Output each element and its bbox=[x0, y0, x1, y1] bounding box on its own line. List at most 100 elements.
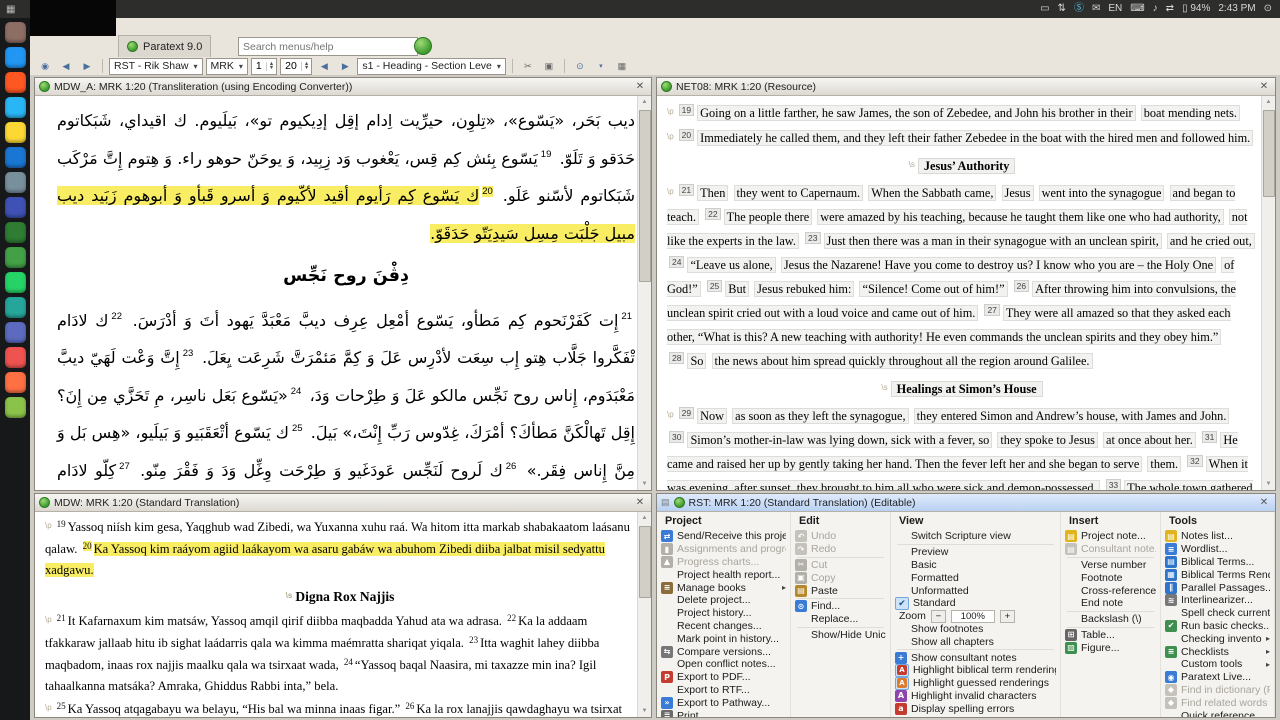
menu-item-find-related-words-flex[interactable]: ◆ Find related words (FLEx)... bbox=[1161, 696, 1274, 709]
window-menu-icon[interactable]: ▤ bbox=[661, 497, 670, 508]
menu-item-print[interactable]: ≣ Print... bbox=[657, 709, 790, 717]
clock[interactable]: 2:43 PM bbox=[1218, 0, 1255, 18]
paratext-app-tab[interactable]: Paratext 9.0 bbox=[118, 35, 212, 57]
menu-item-find[interactable]: ⊙ Find... bbox=[791, 600, 890, 613]
menu-item-paratext-live[interactable]: ◉ Paratext Live... bbox=[1161, 671, 1274, 684]
menu-item-biblical-terms-renderings[interactable]: ▦ Biblical Terms Renderings bbox=[1161, 568, 1274, 581]
cut-icon[interactable]: ✂ bbox=[519, 58, 537, 75]
menu-item-show-consultant-notes[interactable]: + Show consultant notes bbox=[891, 651, 1060, 664]
dock-app-icon[interactable] bbox=[4, 297, 26, 318]
chapter-spinner[interactable]: 1 ▲ ▼ bbox=[250, 57, 278, 75]
menu-item-progress-charts[interactable]: ▲ Progress charts... bbox=[657, 555, 790, 569]
zoom-in-button[interactable]: + bbox=[999, 609, 1015, 623]
nav-history-icon[interactable]: ◉ bbox=[36, 58, 54, 75]
scroll-up-icon[interactable]: ▲ bbox=[638, 96, 651, 108]
back-button[interactable]: ◀ bbox=[57, 58, 75, 75]
menu-item-cut[interactable]: ✂ Cut bbox=[791, 558, 890, 572]
scrollbar[interactable]: ▲ ▼ bbox=[637, 96, 651, 490]
menu-item-switch-scripture-view[interactable]: Switch Scripture view bbox=[891, 530, 1060, 543]
menu-item-show-footnotes[interactable]: Show footnotes bbox=[891, 623, 1060, 636]
menu-item-checking-inventories[interactable]: Checking inventories▸ bbox=[1161, 632, 1274, 645]
menu-item-preview[interactable]: Preview bbox=[891, 546, 1060, 559]
dock-app-icon[interactable] bbox=[4, 247, 26, 268]
menu-item-spell-check-current-book[interactable]: Spell check current book... bbox=[1161, 607, 1274, 620]
chevron-down-icon[interactable]: ▾ bbox=[592, 58, 610, 75]
menu-item-recent-changes[interactable]: Recent changes... bbox=[657, 620, 790, 633]
forward-button[interactable]: ▶ bbox=[78, 58, 96, 75]
menu-item-end-note[interactable]: End note bbox=[1061, 597, 1160, 610]
scroll-down-icon[interactable]: ▼ bbox=[638, 478, 651, 490]
find-icon[interactable]: ⊙ bbox=[571, 58, 589, 75]
activities-icon[interactable]: ▦ bbox=[0, 4, 15, 15]
menu-item-parallel-passages[interactable]: ∥ Parallel Passages... bbox=[1161, 581, 1274, 594]
menu-item-project-health-report[interactable]: Project health report... bbox=[657, 568, 790, 581]
menu-item-show-hide-unicode[interactable]: Show/Hide Unicode bbox=[791, 629, 890, 642]
scroll-down-icon[interactable]: ▼ bbox=[1262, 478, 1275, 490]
scrollbar[interactable]: ▲ ▼ bbox=[637, 512, 651, 717]
close-icon[interactable]: ✕ bbox=[633, 81, 647, 92]
menu-item-project-note[interactable]: ▤ Project note... bbox=[1061, 530, 1160, 543]
dock-app-icon[interactable] bbox=[4, 72, 26, 93]
menu-item-cross-reference[interactable]: Cross-reference bbox=[1061, 584, 1160, 597]
skype-icon[interactable]: Ⓢ bbox=[1074, 0, 1084, 18]
scripture-text-arabic[interactable]: ديب بَحَر، «يَسّوع»، «تِلوِن، حيرِّيت اِ… bbox=[35, 96, 651, 490]
menu-item-export-to-rtf[interactable]: Export to RTF... bbox=[657, 684, 790, 697]
menu-item-custom-tools[interactable]: Custom tools ▸ bbox=[1161, 658, 1274, 671]
menu-item-export-to-pdf[interactable]: P Export to PDF... bbox=[657, 671, 790, 684]
language-indicator[interactable]: EN bbox=[1108, 0, 1122, 18]
menu-item-table[interactable]: ⊞ Table... bbox=[1061, 628, 1160, 642]
verse-spinner[interactable]: 20 ▲ ▼ bbox=[280, 57, 313, 75]
scrollbar[interactable]: ▲ ▼ bbox=[1261, 96, 1275, 490]
network-icon[interactable]: ⇄ bbox=[1166, 0, 1174, 18]
menu-item-highlight-invalid-characters[interactable]: A Highlight invalid characters bbox=[891, 689, 1060, 703]
menu-item-figure[interactable]: ▨ Figure... bbox=[1061, 641, 1160, 654]
menu-item-run-basic-checks[interactable]: ✔ Run basic checks... bbox=[1161, 619, 1274, 633]
dock-app-icon[interactable] bbox=[4, 222, 26, 243]
battery-indicator[interactable]: ▯ 94% bbox=[1182, 0, 1210, 18]
table-view-icon[interactable]: ▦ bbox=[613, 58, 631, 75]
scroll-down-icon[interactable]: ▼ bbox=[638, 705, 651, 717]
menu-item-standard[interactable]: ✔ Standard bbox=[891, 596, 1060, 610]
menu-item-highlight-guessed-renderings[interactable]: A Highlight guessed renderings bbox=[891, 676, 1060, 690]
menu-item-footnote[interactable]: Footnote bbox=[1061, 571, 1160, 584]
dock-app-icon[interactable] bbox=[4, 397, 26, 418]
display-icon[interactable]: ▭ bbox=[1040, 0, 1049, 18]
menu-item-manage-books[interactable]: ≡ Manage books ▸ bbox=[657, 581, 790, 594]
scrollbar-thumb[interactable] bbox=[639, 110, 651, 282]
scroll-up-icon[interactable]: ▲ bbox=[638, 512, 651, 524]
dock-app-icon[interactable] bbox=[4, 272, 26, 293]
zoom-out-button[interactable]: − bbox=[930, 609, 946, 623]
menu-item-mark-point-in-history[interactable]: Mark point in history... bbox=[657, 632, 790, 645]
dock-app-icon[interactable] bbox=[4, 147, 26, 168]
dock-app-icon[interactable] bbox=[4, 372, 26, 393]
keyboard-icon[interactable]: ⌨ bbox=[1130, 0, 1144, 18]
menu-item-unformatted[interactable]: Unformatted bbox=[891, 584, 1060, 597]
menu-item-paste[interactable]: ▤ Paste bbox=[791, 584, 890, 597]
menu-item-send-receive-this-project[interactable]: ⇄ Send/Receive this project bbox=[657, 530, 790, 543]
dock-app-icon[interactable] bbox=[4, 97, 26, 118]
dock-app-icon[interactable] bbox=[4, 322, 26, 343]
spinner-arrows-icon[interactable]: ▲ ▼ bbox=[300, 61, 311, 71]
menu-item-compare-versions[interactable]: ⇆ Compare versions... bbox=[657, 645, 790, 658]
copy-icon[interactable]: ▣ bbox=[540, 58, 558, 75]
close-icon[interactable]: ✕ bbox=[633, 497, 647, 508]
menu-item-open-conflict-notes[interactable]: Open conflict notes... bbox=[657, 658, 790, 671]
menu-item-display-spelling-errors[interactable]: a Display spelling errors bbox=[891, 702, 1060, 715]
menu-item-project-history[interactable]: Project history... bbox=[657, 607, 790, 620]
mail-icon[interactable]: ✉ bbox=[1092, 0, 1100, 18]
previous-verse-button[interactable]: ◀ bbox=[315, 58, 333, 75]
scripture-text-net[interactable]: \p 19 Going on a little farther, he saw Ja… bbox=[657, 96, 1275, 490]
menu-item-show-all-chapters[interactable]: Show all chapters bbox=[891, 635, 1060, 648]
menu-item-export-to-pathway[interactable]: » Export to Pathway... bbox=[657, 696, 790, 709]
menu-item-highlight-biblical-term-renderings[interactable]: A Highlight biblical term renderings bbox=[891, 663, 1060, 677]
dock-app-icon[interactable] bbox=[4, 22, 26, 43]
menu-item-copy[interactable]: ▣ Copy bbox=[791, 571, 890, 584]
book-selector[interactable]: MRK ▾ bbox=[205, 57, 248, 75]
project-selector[interactable]: RST - Rik Shaw ▾ bbox=[109, 57, 203, 75]
menu-item-biblical-terms[interactable]: ▤ Biblical Terms... bbox=[1161, 555, 1274, 569]
sync-arrows-icon[interactable]: ⇅ bbox=[1058, 0, 1066, 18]
close-icon[interactable]: ✕ bbox=[1257, 81, 1271, 92]
menu-item-replace[interactable]: Replace... bbox=[791, 613, 890, 626]
scripture-text-mdw[interactable]: \p 19 Yassoq niísh kim gesa, Yaqghub wad Z… bbox=[35, 512, 651, 717]
dock-app-icon[interactable] bbox=[4, 47, 26, 68]
